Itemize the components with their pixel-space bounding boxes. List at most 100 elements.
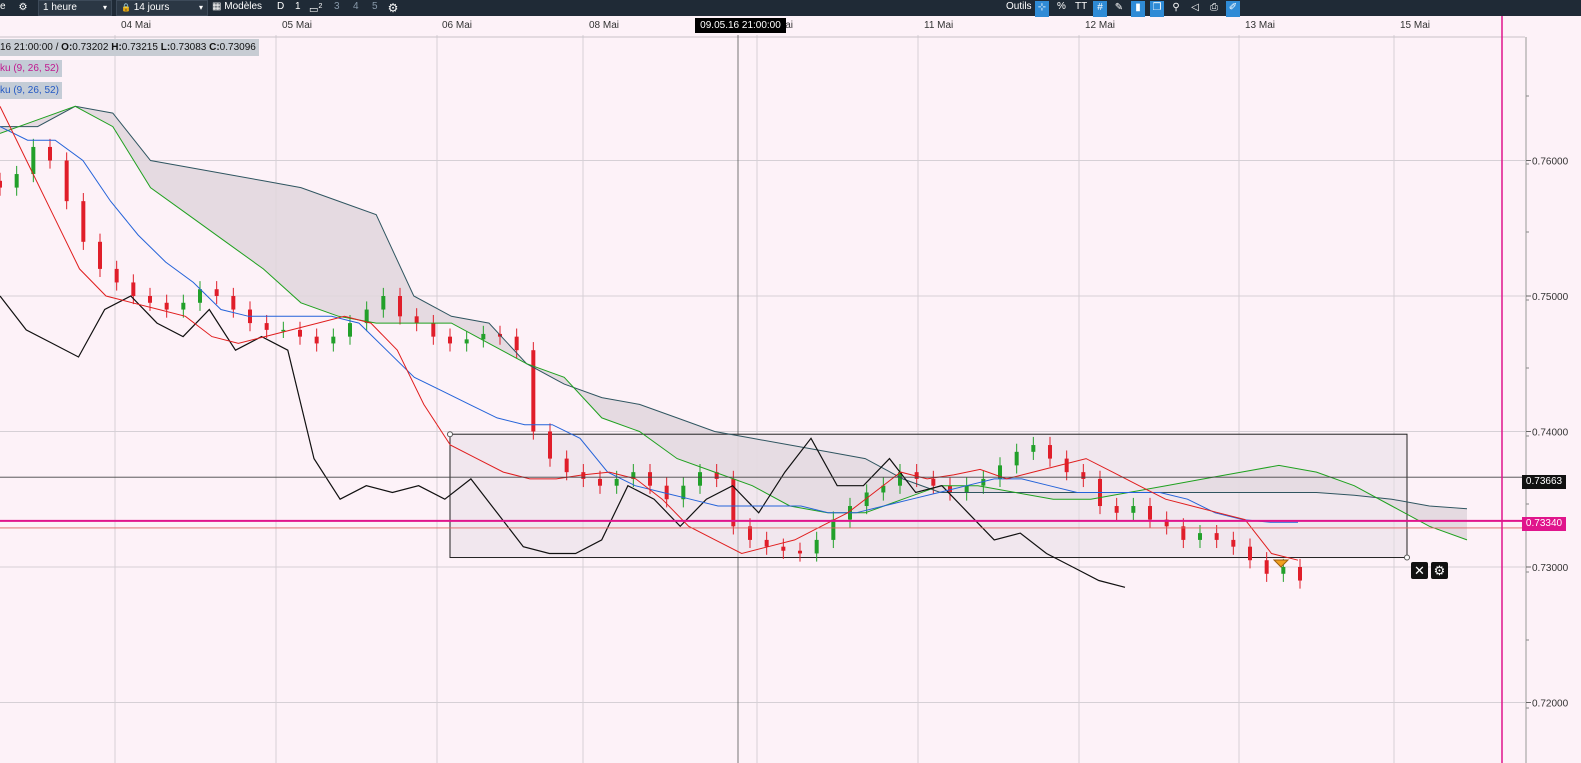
candle-body: [481, 333, 486, 340]
open-value: 0.73202: [72, 42, 109, 53]
candle-body: [531, 350, 536, 432]
layout-superscript: 2: [318, 3, 323, 10]
candle-body: [781, 546, 786, 551]
rectangle-handle: [447, 431, 453, 438]
candle-body: [198, 289, 202, 303]
percent-button[interactable]: %: [1057, 0, 1066, 16]
candle-body: [1264, 560, 1269, 574]
candle-body: [814, 539, 819, 554]
interval-value: 1 heure: [43, 2, 77, 13]
y-tick-label: 0.75000: [1532, 292, 1569, 303]
layers-icon[interactable]: ❐: [1150, 1, 1164, 17]
tools-button[interactable]: Outils: [1006, 0, 1032, 16]
range-rectangle[interactable]: [447, 431, 1410, 561]
print-icon[interactable]: ⎙: [1207, 1, 1221, 17]
x-tick-label: 13 Mai: [1245, 20, 1275, 31]
y-tick-label: 0.74000: [1532, 428, 1569, 439]
candle-body: [214, 289, 219, 296]
tree-icon[interactable]: ⚲: [1169, 1, 1183, 17]
toolbar: e ⚙ 1 heure ▾ 🔒 14 jours ▾ ▦ Modèles D 1…: [0, 0, 1581, 17]
candle-body: [548, 431, 552, 459]
candle-body: [1131, 506, 1136, 513]
candle-body: [431, 323, 436, 337]
layout-4-button[interactable]: 4: [353, 0, 359, 16]
y-tick-label: 0.76000: [1532, 157, 1569, 168]
candle-body: [1231, 539, 1236, 547]
crosshair-icon[interactable]: ⊹: [1035, 1, 1049, 17]
high-value: 0.73215: [121, 42, 158, 53]
templates-button[interactable]: ▦ Modèles: [212, 0, 262, 16]
candle-body: [464, 339, 469, 344]
low-label: L:: [160, 42, 171, 53]
y-tick-label: 0.73000: [1532, 563, 1569, 574]
grid-icon[interactable]: #: [1093, 1, 1107, 17]
brush-icon[interactable]: ✐: [1226, 1, 1240, 17]
calendar-icon: ▦: [212, 1, 222, 12]
eraser-icon[interactable]: ◁: [1188, 1, 1202, 17]
candle-body: [448, 336, 452, 344]
rectangle-shape: [449, 433, 1408, 559]
range-select[interactable]: 🔒 14 jours ▾: [116, 0, 208, 16]
candle-body: [764, 539, 769, 547]
gear-icon[interactable]: ⚙: [16, 1, 30, 17]
last-price-label: 0.73663: [1522, 475, 1566, 489]
candle-body: [148, 296, 152, 303]
candle-body: [298, 329, 302, 337]
indicator-legend-1[interactable]: ku (9, 26, 52): [0, 60, 62, 77]
draw-icon[interactable]: ✎: [1112, 1, 1126, 17]
y-tick-label: 0.72000: [1532, 699, 1569, 710]
chevron-down-icon: ▾: [102, 3, 107, 12]
period-day-button[interactable]: D: [277, 0, 284, 16]
open-label: O:: [61, 42, 73, 53]
x-tick-label: 04 Mai: [121, 20, 151, 31]
candle-body: [1298, 567, 1302, 581]
candle-body: [698, 472, 702, 486]
text-size-button[interactable]: TT: [1075, 0, 1087, 16]
price-chart[interactable]: 04 Mai05 Mai06 Mai08 Mai09 Mai11 Mai12 M…: [0, 16, 1581, 763]
layout-3-button[interactable]: 3: [334, 0, 340, 16]
grid: [0, 35, 1525, 763]
candle-body: [798, 550, 802, 554]
candle-body: [614, 478, 619, 486]
candle-body: [598, 478, 602, 486]
candle-body: [114, 268, 119, 283]
interval-select[interactable]: 1 heure ▾: [38, 0, 112, 16]
candle-body: [1031, 445, 1036, 452]
x-tick-label: 05 Mai: [282, 20, 312, 31]
hline-price-label: 0.73340: [1522, 517, 1566, 531]
candle-body: [131, 282, 136, 296]
candle-body: [664, 485, 669, 500]
candle-body: [1064, 458, 1069, 473]
ohlc-timestamp: 16 21:00:00 /: [0, 42, 62, 53]
candle-icon[interactable]: ▮: [1131, 1, 1145, 17]
x-tick-label: 11 Mai: [924, 20, 953, 31]
alert-triangle-icon: [1272, 559, 1290, 568]
ohlc-info: 16 21:00:00 / O:0.73202 H:0.73215 L:0.73…: [0, 39, 259, 56]
candle-body: [748, 526, 752, 540]
candle-body: [648, 472, 652, 486]
candle-body: [1181, 526, 1186, 540]
candle-body: [331, 336, 336, 344]
settings-icon[interactable]: ⚙: [386, 1, 400, 17]
layout-2-button[interactable]: ▭2: [309, 0, 322, 16]
alert-marker: [1272, 559, 1290, 568]
candle-body: [1081, 472, 1086, 479]
drawing-settings-button[interactable]: ⚙: [1431, 562, 1448, 579]
candle-body: [1014, 451, 1019, 466]
candle-body: [831, 519, 836, 540]
layout-5-button[interactable]: 5: [372, 0, 378, 16]
layout-1-button[interactable]: 1: [295, 0, 301, 16]
close-drawing-button[interactable]: ✕: [1411, 562, 1428, 579]
toolbar-left-fragment: e: [0, 1, 6, 12]
candle-body: [564, 458, 569, 473]
candle-body: [264, 323, 269, 330]
low-value: 0.73083: [170, 42, 207, 53]
candle-body: [964, 485, 969, 493]
candle-body: [231, 296, 236, 310]
candle-body: [398, 296, 402, 317]
crosshair-time-label: 09.05.16 21:00:00: [695, 18, 786, 33]
indicator-legend-2[interactable]: ku (9, 26, 52): [0, 82, 62, 99]
rectangle-handle: [1404, 554, 1410, 561]
candle-body: [14, 174, 19, 188]
candle-body: [81, 201, 86, 242]
